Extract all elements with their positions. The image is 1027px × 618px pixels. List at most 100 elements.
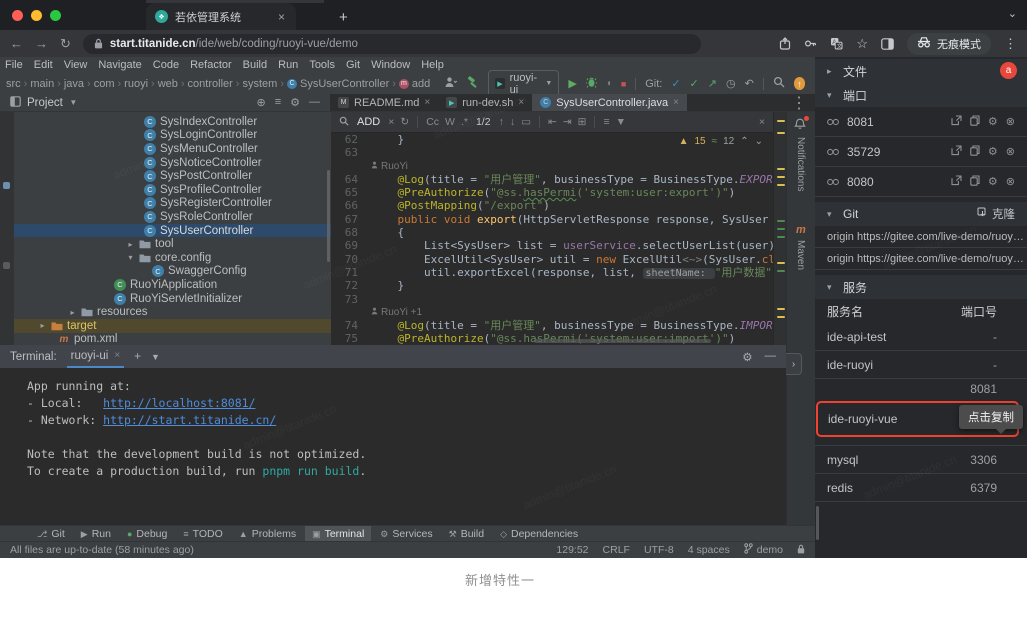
code-area[interactable]: ▲15 ≈12 ⌃⌄ 62 }63RuoYi64 @Log(title = "用… [331, 133, 773, 345]
breadcrumb-segment[interactable]: controller [188, 78, 233, 90]
editor-tab-close-icon[interactable]: × [424, 97, 430, 108]
tree-item-core.config[interactable]: ▾core.config [14, 251, 331, 265]
git-update-icon[interactable]: ✓ [671, 77, 680, 90]
tree-item-sysrolecontroller[interactable]: CSysRoleController [14, 210, 331, 224]
tree-item-syspostcontroller[interactable]: CSysPostController [14, 169, 331, 183]
search-input[interactable]: ADD [357, 116, 380, 128]
open-external-icon[interactable] [951, 175, 962, 189]
tree-item-syslogincontroller[interactable]: CSysLoginController [14, 129, 331, 143]
menu-item-code[interactable]: Code [153, 59, 179, 71]
tree-item-resources[interactable]: ▸resources [14, 305, 331, 319]
run-button[interactable]: ▶ [568, 77, 576, 90]
search-filter-pin1-icon[interactable]: ⇤ [548, 116, 557, 128]
search-filter-pin2-icon[interactable]: ⇥ [563, 116, 572, 128]
share-icon[interactable] [779, 37, 791, 50]
panel-scrollbar[interactable] [816, 506, 819, 540]
gear-icon[interactable]: ⚙ [988, 175, 998, 188]
gear-icon[interactable]: ⚙ [988, 115, 998, 128]
history-clock-icon[interactable]: ◷ [726, 77, 736, 90]
address-bar[interactable]: start.titanide.cn/ide/web/coding/ruoyi-v… [83, 34, 701, 54]
tree-item-sysnoticecontroller[interactable]: CSysNoticeController [14, 156, 331, 170]
menu-item-tools[interactable]: Tools [309, 59, 335, 71]
search-everywhere-icon[interactable] [773, 76, 785, 91]
editor-tab[interactable]: MREADME.md× [330, 94, 438, 111]
debug-button[interactable] [586, 76, 597, 91]
menu-item-refactor[interactable]: Refactor [190, 59, 232, 71]
git-section-header[interactable]: ▾ Git 克隆 [815, 202, 1027, 226]
build-hammer-icon[interactable] [466, 76, 479, 92]
toolwindow-debug[interactable]: ●Debug [120, 526, 174, 542]
chevron-right-icon[interactable]: ▸ [68, 308, 77, 317]
indent-setting[interactable]: 4 spaces [688, 544, 730, 556]
file-encoding[interactable]: UTF-8 [644, 544, 674, 556]
close-circle-icon[interactable]: ⊗ [1006, 115, 1015, 128]
close-circle-icon[interactable]: ⊗ [1006, 145, 1015, 158]
structure-tool-icon[interactable] [3, 262, 10, 269]
tree-item-sysusercontroller[interactable]: CSysUserController [14, 224, 331, 238]
project-pane-caret-icon[interactable]: ▼ [69, 98, 78, 107]
terminal-minimize-icon[interactable]: — [765, 350, 777, 364]
terminal-settings-gear-icon[interactable]: ⚙ [742, 350, 752, 364]
next-issue-icon[interactable]: ⌄ [755, 136, 763, 147]
hide-pane-icon[interactable]: — [309, 96, 320, 109]
clone-button[interactable]: 克隆 [977, 206, 1015, 222]
breadcrumb-segment[interactable]: web [158, 78, 178, 90]
project-pane-header[interactable]: Project ▼ ⊕ ≡ ⚙ — [0, 94, 330, 112]
caret-position[interactable]: 129:52 [556, 544, 588, 556]
breadcrumb-segment[interactable]: src [6, 78, 21, 90]
files-section-header[interactable]: ▸ 文件 a [815, 59, 1027, 83]
tree-item-sysregistercontroller[interactable]: CSysRegisterController [14, 197, 331, 211]
update-notification-icon[interactable]: ↑ [794, 77, 806, 90]
browser-tab[interactable]: ❖若依管理系统× [146, 3, 296, 30]
breadcrumb-segment[interactable]: java [64, 78, 84, 90]
left-activity-bar[interactable] [0, 112, 14, 345]
forward-icon[interactable]: → [35, 36, 48, 51]
next-match-icon[interactable]: ↓ [510, 116, 515, 128]
toolwindow-build[interactable]: ⚒Build [442, 526, 491, 542]
tree-item-ruoyiapplication[interactable]: CRuoYiApplication [14, 278, 331, 292]
tree-item-sysprofilecontroller[interactable]: CSysProfileController [14, 183, 331, 197]
search-toggle-xx[interactable]: .* [461, 116, 468, 128]
panel-opener-chevron-icon[interactable]: › [786, 353, 802, 375]
menu-item-git[interactable]: Git [346, 59, 360, 71]
prev-match-icon[interactable]: ↑ [499, 116, 504, 128]
stop-button[interactable]: ■ [621, 79, 626, 89]
menu-item-window[interactable]: Window [371, 59, 410, 71]
inspections-widget[interactable]: ▲15 ≈12 ⌃⌄ [679, 136, 763, 147]
reload-icon[interactable]: ↻ [60, 36, 71, 52]
close-window-icon[interactable] [12, 10, 23, 21]
toolwindow-terminal[interactable]: ▣Terminal [305, 526, 371, 542]
undo-icon[interactable]: ↶ [745, 77, 754, 90]
search-close-icon[interactable]: × [759, 116, 765, 128]
service-row-mysql[interactable]: mysql3306 [815, 446, 1027, 474]
zoom-window-icon[interactable] [50, 10, 61, 21]
search-filter-pin3-icon[interactable]: ⊞ [578, 116, 587, 128]
side-panel-icon[interactable] [881, 38, 894, 50]
toolwindow-run[interactable]: ▶Run [74, 526, 118, 542]
editor-tab[interactable]: CSysUserController.java× [532, 94, 687, 111]
service-row-ide-api-test[interactable]: ide-api-test- [815, 323, 1027, 351]
open-external-icon[interactable] [951, 115, 962, 129]
terminal-dropdown-icon[interactable]: ▼ [151, 352, 160, 362]
menu-item-help[interactable]: Help [421, 59, 444, 71]
tree-item-ruoyiservletinitializer[interactable]: CRuoYiServletInitializer [14, 292, 331, 306]
toolwindow-todo[interactable]: ≡TODO [176, 526, 229, 542]
terminal-link[interactable]: http://localhost:8081/ [103, 396, 255, 410]
menu-item-view[interactable]: View [64, 59, 88, 71]
menu-item-run[interactable]: Run [278, 59, 298, 71]
git-push-icon[interactable]: ↗ [708, 77, 717, 90]
git-branch-widget[interactable]: demo [744, 543, 783, 557]
ports-section-header[interactable]: ▾ 端口 [815, 83, 1027, 107]
editor-tab[interactable]: ▶run-dev.sh× [438, 94, 532, 111]
prev-issue-icon[interactable]: ⌃ [740, 136, 748, 147]
chevron-down-icon[interactable]: ▾ [126, 253, 135, 262]
tree-item-swaggerconfig[interactable]: CSwaggerConfig [14, 265, 331, 279]
menu-item-edit[interactable]: Edit [34, 59, 53, 71]
terminal-tab-close-icon[interactable]: × [114, 350, 120, 361]
new-terminal-icon[interactable]: + [134, 351, 141, 363]
services-section-header[interactable]: ▾ 服务 [815, 275, 1027, 299]
toolwindow-services[interactable]: ⚙Services [373, 526, 439, 542]
search-history-icon[interactable]: ↻ [400, 116, 409, 128]
search-toggle-Cc[interactable]: Cc [426, 116, 439, 128]
terminal-output[interactable]: App running at:- Local: http://localhost… [0, 368, 786, 480]
